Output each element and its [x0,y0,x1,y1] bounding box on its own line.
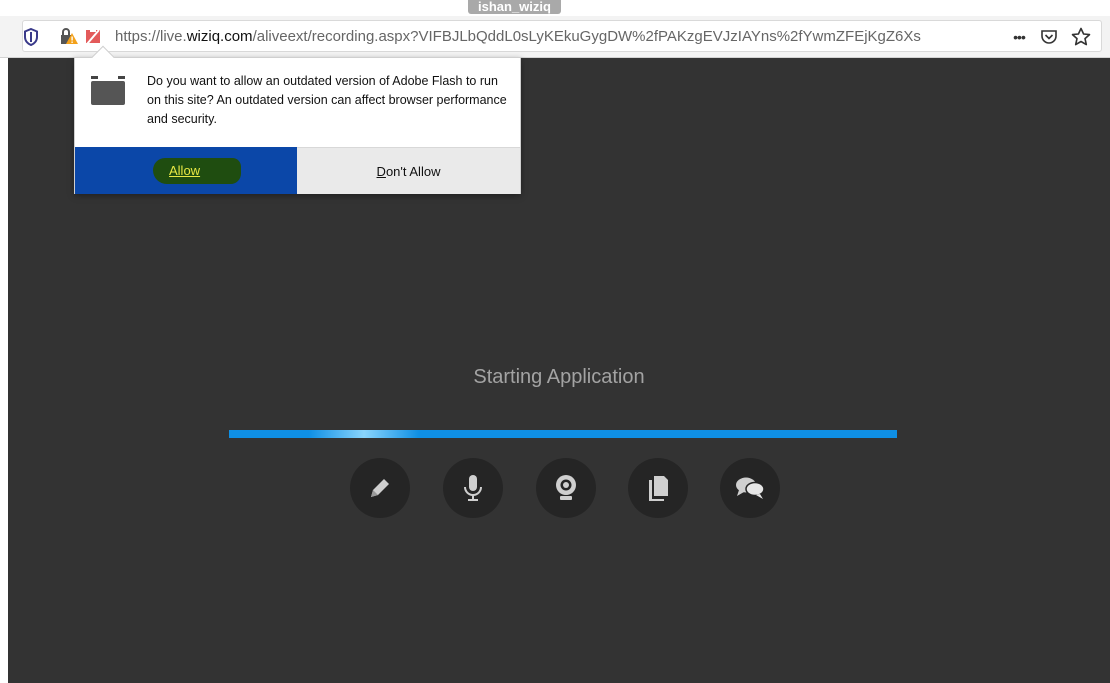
caption-strip: ishan_wiziq [0,0,1110,16]
allow-button[interactable]: Allow [75,147,297,194]
lock-warning-icon[interactable] [59,27,79,47]
chat-icon [720,458,780,518]
plugin-icon [89,70,127,106]
microphone-icon [443,458,503,518]
document-icon [628,458,688,518]
browser-toolbar: https://live.wiziq.com/aliveext/recordin… [0,16,1110,58]
allow-button-label: Allow [169,163,201,178]
more-icon[interactable]: ••• [1005,27,1033,47]
dont-allow-accesskey: D [376,163,386,179]
address-bar[interactable]: https://live.wiziq.com/aliveext/recordin… [22,20,1102,52]
dont-allow-label: on't Allow [385,163,441,179]
feature-icons-row [350,458,780,520]
flash-permission-popup: Do you want to allow an outdated version… [74,45,521,194]
popup-message: Do you want to allow an outdated version… [147,74,507,126]
popup-buttons: Allow Don't Allow [75,147,520,194]
loading-status-text: Starting Application [473,366,645,388]
loading-progress-bar [229,430,897,438]
pencil-icon [350,458,410,518]
presenter-name-tag: ishan_wiziq [468,0,561,14]
webcam-icon [536,458,596,518]
progress-glow [309,430,419,438]
dont-allow-button[interactable]: Don't Allow [297,147,520,194]
bookmark-star-icon[interactable] [1071,27,1091,47]
plugin-blocked-icon[interactable] [83,27,103,47]
url-text[interactable]: https://live.wiziq.com/aliveext/recordin… [115,28,1015,45]
shield-icon[interactable] [21,27,41,47]
pocket-icon[interactable] [1039,27,1059,47]
